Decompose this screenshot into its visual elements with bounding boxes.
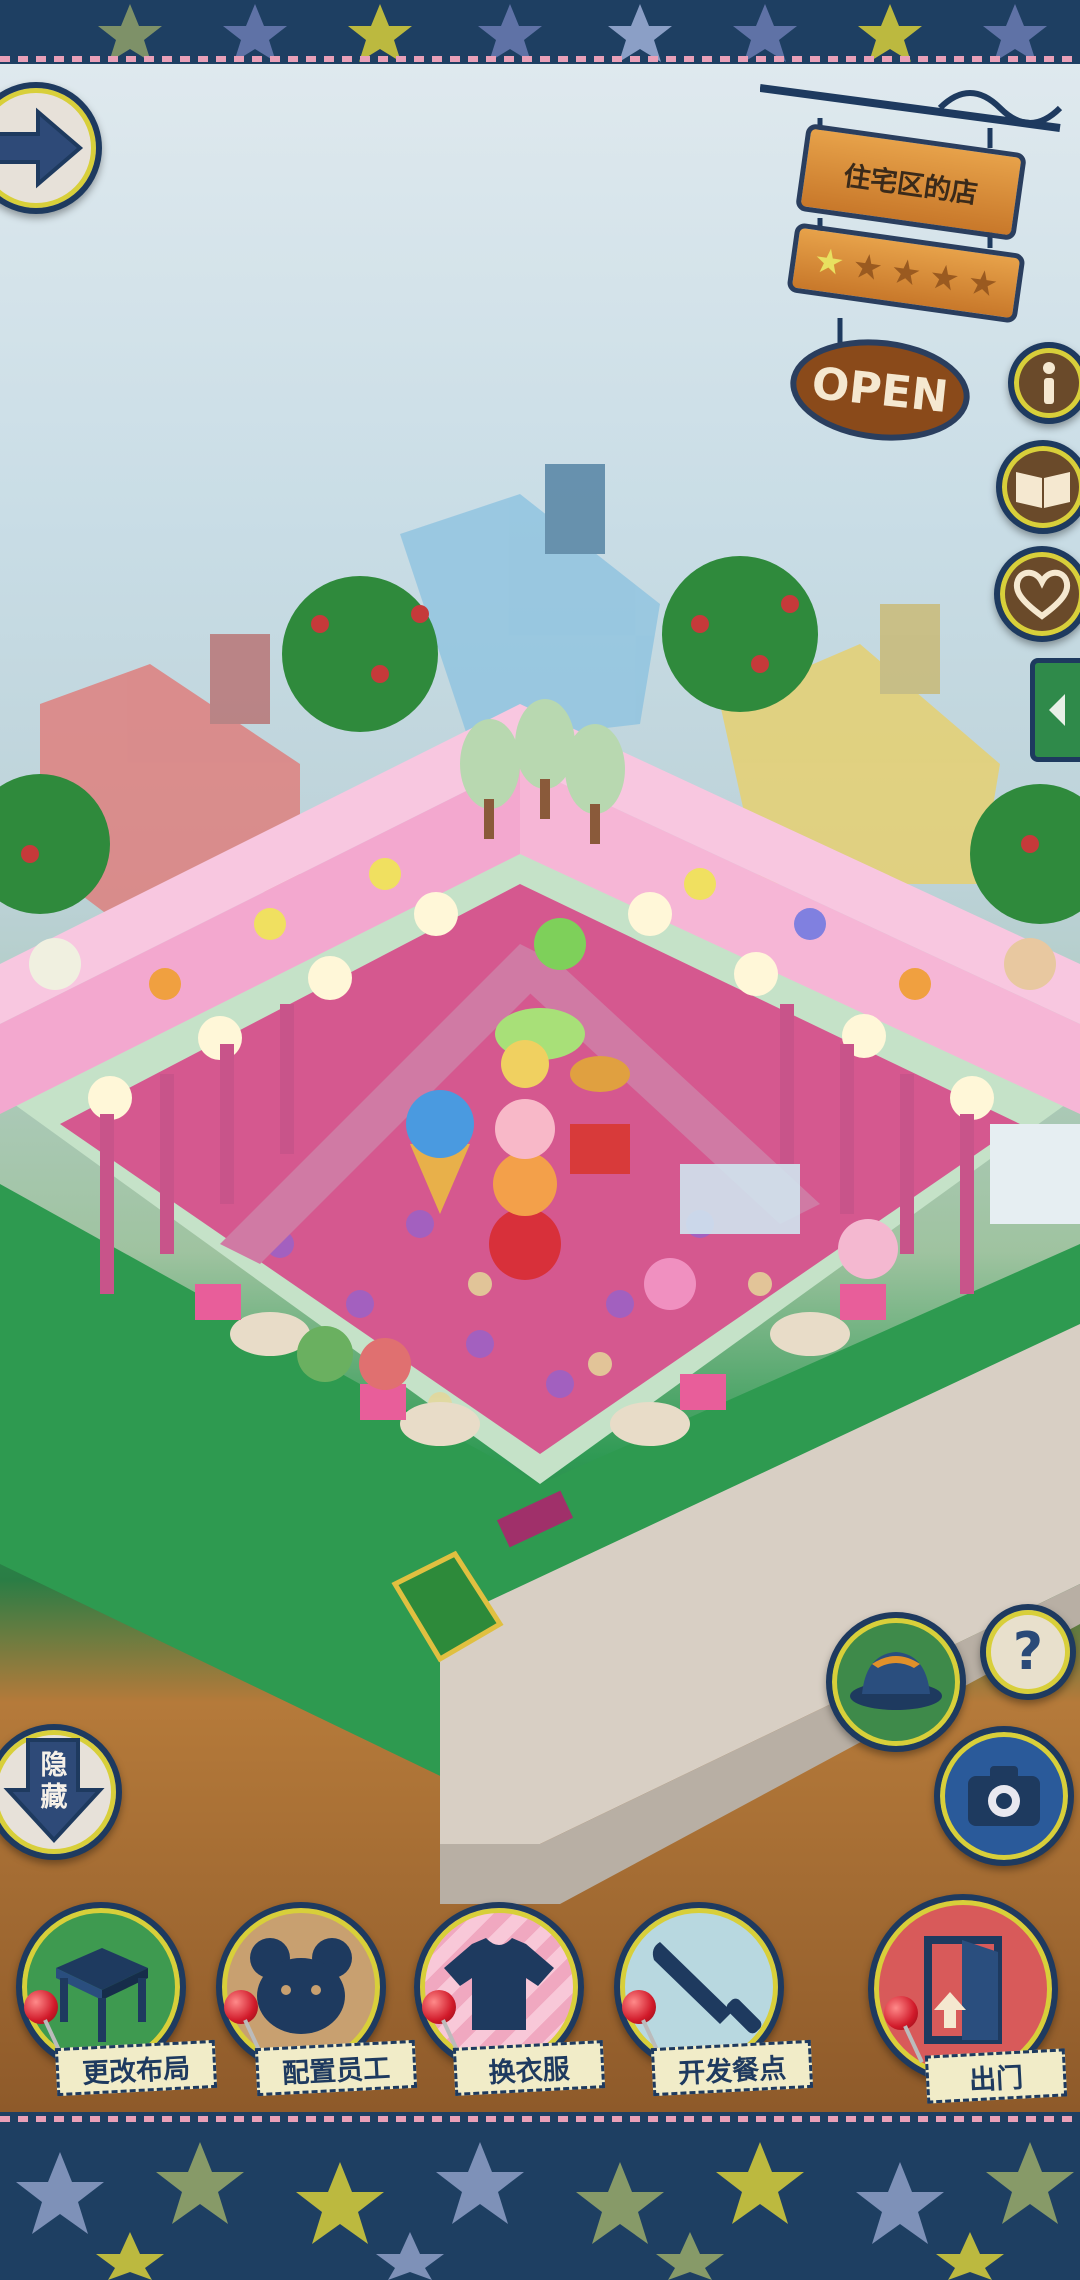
assign-staff-label: 配置员工	[254, 2039, 418, 2097]
display-case	[680, 1164, 800, 1234]
help-label: ?	[1012, 1622, 1044, 1682]
hat-icon	[850, 1652, 942, 1710]
change-clothes-label: 换衣服	[452, 2040, 606, 2096]
recipe-book-button[interactable]	[996, 440, 1080, 534]
change-layout-label: 更改布局	[54, 2039, 218, 2097]
book-icon	[1016, 472, 1070, 508]
notification-pin-icon	[24, 1990, 58, 2024]
arrow-right-icon	[0, 107, 84, 189]
hat-button[interactable]	[826, 1612, 966, 1752]
hide-button[interactable]: 隐藏	[0, 1724, 122, 1860]
star-pattern	[98, 4, 1047, 62]
info-icon	[1043, 362, 1055, 404]
camera-icon	[968, 1766, 1040, 1826]
rating-star-empty-icon: ★	[926, 256, 963, 301]
help-button[interactable]: ?	[980, 1604, 1076, 1700]
camera-button[interactable]	[934, 1726, 1074, 1866]
shop-name: 住宅区的店	[841, 160, 980, 210]
bottom-star-border	[0, 2112, 1080, 2280]
top-star-border	[0, 0, 1080, 64]
notification-pin-icon	[622, 1990, 656, 2024]
notification-pin-icon	[884, 1996, 918, 2030]
side-drawer-tab[interactable]	[1030, 658, 1080, 762]
star-pattern	[16, 2142, 1074, 2280]
info-button[interactable]	[1008, 342, 1080, 424]
rating-star-empty-icon: ★	[888, 251, 924, 295]
rating-star-empty-icon: ★	[964, 261, 1001, 306]
rating-star-filled-icon: ★	[811, 240, 848, 285]
back-button[interactable]	[0, 82, 102, 214]
hide-label: 隐藏	[40, 1750, 68, 1813]
fridge	[990, 1124, 1080, 1224]
chevron-left-icon	[1049, 694, 1065, 726]
notification-pin-icon	[224, 1990, 258, 2024]
exit-label: 出门	[924, 2048, 1068, 2104]
notification-pin-icon	[422, 1990, 456, 2024]
develop-dishes-label: 开发餐点	[650, 2039, 814, 2097]
rating-star-empty-icon: ★	[849, 245, 886, 290]
heart-icon	[1013, 569, 1071, 620]
favorite-button[interactable]	[994, 546, 1080, 642]
open-label: OPEN	[809, 357, 951, 423]
